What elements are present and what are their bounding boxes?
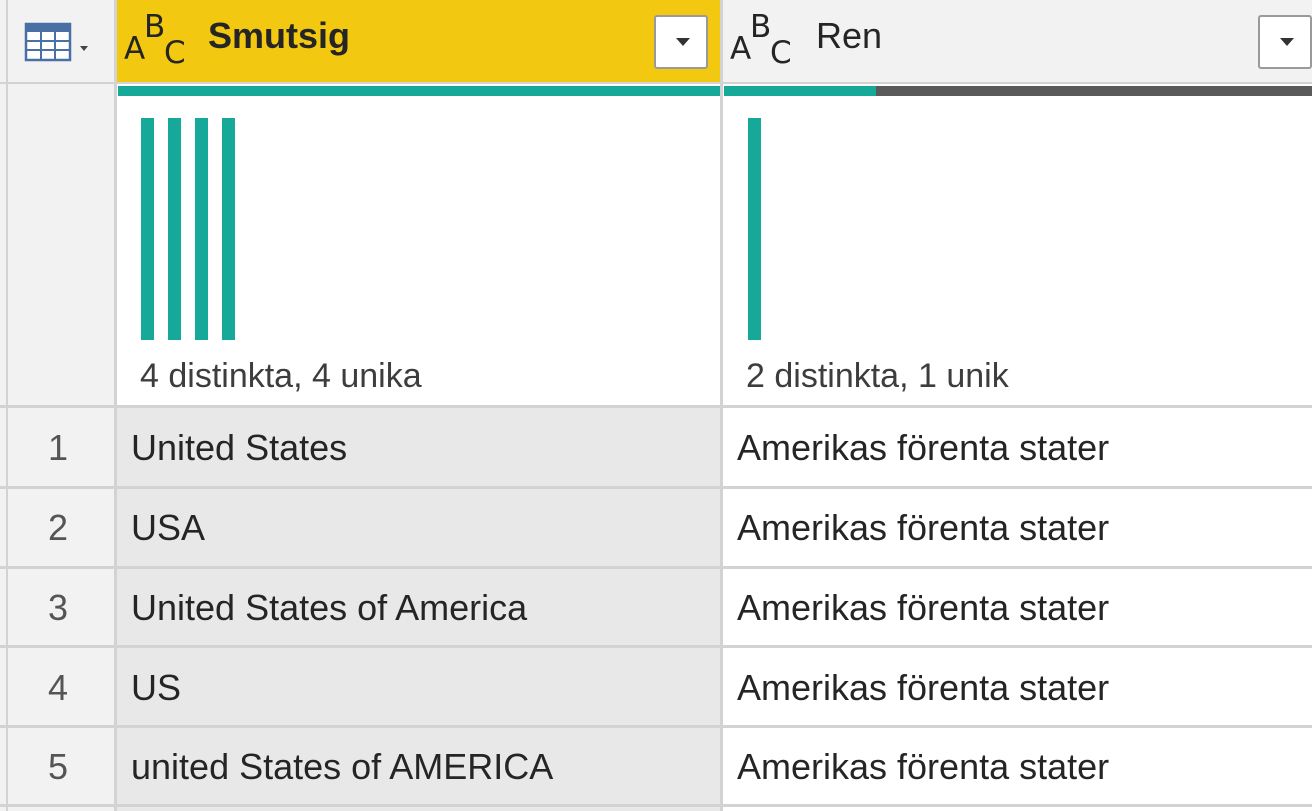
row-number: 2 [47, 507, 69, 548]
grid-line [0, 804, 1312, 807]
chevron-down-icon[interactable] [654, 15, 708, 69]
cell-smutsig[interactable]: United States of America [131, 587, 527, 629]
cell-ren[interactable]: Amerikas förenta stater [737, 427, 1109, 469]
grid-line [0, 82, 1312, 84]
table-menu-button[interactable] [24, 22, 100, 64]
abc-text-type-icon: A B C [730, 9, 792, 71]
cell-smutsig[interactable]: United States [131, 427, 347, 469]
row-number: 4 [47, 667, 69, 708]
distribution-bar [222, 118, 235, 340]
cell-smutsig[interactable]: US [131, 667, 181, 709]
column-header-smutsig[interactable] [116, 0, 722, 82]
table-grid-icon [24, 22, 88, 62]
grid-line [0, 725, 1312, 728]
cell-smutsig[interactable]: united States of AMERICA [131, 746, 553, 788]
cell-ren[interactable]: Amerikas förenta stater [737, 746, 1109, 788]
cell-ren[interactable]: Amerikas förenta stater [737, 587, 1109, 629]
distribution-bar [141, 118, 154, 340]
data-grid: A B C Smutsig A B C Ren 4 distinkta, 4 u… [0, 0, 1312, 811]
cell-smutsig[interactable]: USA [131, 507, 205, 549]
abc-text-type-icon: A B C [124, 9, 186, 71]
row-number: 5 [47, 746, 69, 787]
grid-line [0, 645, 1312, 648]
column-name: Ren [816, 15, 883, 56]
row-number: 3 [47, 587, 69, 628]
distinct-summary: 2 distinkta, 1 unik [746, 357, 1009, 395]
column-name: Smutsig [208, 15, 351, 56]
row-number: 1 [47, 427, 69, 468]
cell-ren[interactable]: Amerikas förenta stater [737, 507, 1109, 549]
grid-line [0, 405, 1312, 408]
column-quality-bar [724, 86, 1312, 96]
column-header-ren[interactable] [722, 0, 1312, 82]
distribution-bar [195, 118, 208, 340]
valid-fill [724, 86, 876, 96]
distribution-bar [748, 118, 761, 340]
distinct-summary: 4 distinkta, 4 unika [140, 357, 422, 395]
grid-line [0, 566, 1312, 569]
chevron-down-icon[interactable] [1258, 15, 1312, 69]
grid-line [0, 486, 1312, 489]
cell-ren[interactable]: Amerikas förenta stater [737, 667, 1109, 709]
distribution-bar [168, 118, 181, 340]
column-quality-bar [118, 86, 720, 96]
